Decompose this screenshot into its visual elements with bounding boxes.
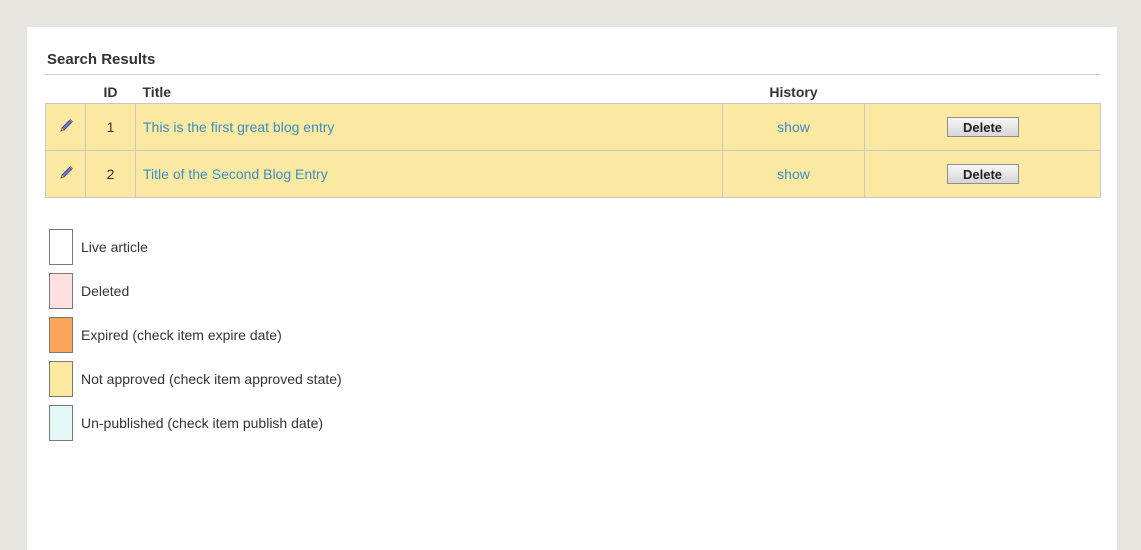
edit-cell xyxy=(45,150,86,198)
legend-swatch xyxy=(49,229,73,265)
id-column-header: ID xyxy=(103,83,118,100)
row-id: 1 xyxy=(85,103,136,151)
pencil-icon[interactable] xyxy=(58,165,74,184)
legend-label: Expired (check item expire date) xyxy=(81,327,282,343)
row-title-cell: Title of the Second Blog Entry xyxy=(135,150,723,198)
delete-button[interactable]: Delete xyxy=(946,117,1019,137)
table-row: 1 This is the first great blog entry sho… xyxy=(45,103,1101,151)
history-show-link[interactable]: show xyxy=(777,119,810,135)
row-history-cell: show xyxy=(722,103,865,151)
content-panel: Search Results ID Title History 1 This i… xyxy=(27,27,1117,550)
article-title-link[interactable]: Title of the Second Blog Entry xyxy=(143,166,328,182)
legend-item-not-approved: Not approved (check item approved state) xyxy=(49,357,342,401)
legend-swatch xyxy=(49,361,73,397)
legend-item-live: Live article xyxy=(49,225,342,269)
table-header-row: ID Title History xyxy=(46,80,1101,104)
history-show-link[interactable]: show xyxy=(777,166,810,182)
delete-button[interactable]: Delete xyxy=(946,164,1019,184)
legend-item-unpublished: Un-published (check item publish date) xyxy=(49,401,342,445)
legend-swatch xyxy=(49,317,73,353)
title-column-header: Title xyxy=(142,83,172,100)
row-actions-cell: Delete xyxy=(864,103,1101,151)
legend-swatch xyxy=(49,273,73,309)
row-history-cell: show xyxy=(722,150,865,198)
section-heading: Search Results xyxy=(47,51,156,68)
legend-swatch xyxy=(49,405,73,441)
legend-item-deleted: Deleted xyxy=(49,269,342,313)
legend-label: Un-published (check item publish date) xyxy=(81,415,324,431)
legend-item-expired: Expired (check item expire date) xyxy=(49,313,342,357)
actions-column-header xyxy=(865,80,1101,104)
history-column-header: History xyxy=(769,83,818,100)
article-title-link[interactable]: This is the first great blog entry xyxy=(143,119,334,135)
legend-label: Live article xyxy=(81,239,148,255)
legend-label: Deleted xyxy=(81,283,130,299)
row-id: 2 xyxy=(85,150,136,198)
pencil-icon[interactable] xyxy=(58,118,74,137)
legend-label: Not approved (check item approved state) xyxy=(81,371,342,387)
row-title-cell: This is the first great blog entry xyxy=(135,103,723,151)
table-row: 2 Title of the Second Blog Entry show De… xyxy=(45,150,1101,198)
heading-divider xyxy=(45,74,1100,75)
edit-cell xyxy=(45,103,86,151)
results-table: ID Title History 1 This is the first gre… xyxy=(45,80,1101,198)
row-actions-cell: Delete xyxy=(864,150,1101,198)
edit-column-header xyxy=(46,80,86,104)
status-legend: Live article Deleted Expired (check item… xyxy=(49,225,342,445)
